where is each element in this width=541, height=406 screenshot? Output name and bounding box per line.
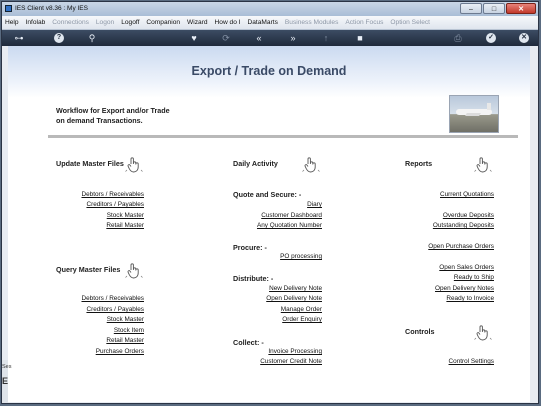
ies-client-window: IES Client v8.36 : My IES – □ ✕ Help Inf…	[1, 1, 539, 404]
page-title: Export / Trade on Demand	[191, 64, 347, 78]
side-panel-strip: Ses E	[2, 360, 12, 403]
section-daily-activity: Daily Activity	[233, 159, 278, 168]
intro-line-1: Workflow for Export and/or Trade	[56, 106, 170, 115]
link-po-processing[interactable]: PO processing	[280, 253, 322, 260]
menu-how-do-i[interactable]: How do I	[215, 16, 241, 29]
stop-icon[interactable]: ■	[354, 32, 366, 44]
link-open-purchase-orders[interactable]: Open Purchase Orders	[428, 243, 494, 250]
app-icon	[5, 5, 12, 12]
link-invoice-processing[interactable]: Invoice Processing	[268, 348, 322, 355]
section-update-master-files: Update Master Files	[56, 159, 124, 168]
menu-option-select[interactable]: Option Select	[390, 16, 430, 29]
key-icon[interactable]: ⊶	[8, 32, 30, 44]
side-strip-letter: E	[2, 376, 9, 386]
forward-icon[interactable]: »	[287, 32, 299, 44]
hand-pointer-icon	[302, 157, 320, 173]
link-customer-credit-note[interactable]: Customer Credit Note	[260, 358, 322, 365]
title-bar: IES Client v8.36 : My IES – □ ✕	[2, 2, 538, 16]
link-stock-master[interactable]: Stock Master	[107, 212, 144, 219]
menu-companion[interactable]: Companion	[146, 16, 180, 29]
hand-pointer-icon	[474, 157, 492, 173]
side-strip-label: Ses	[2, 364, 12, 370]
link-query-retail-master[interactable]: Retail Master	[106, 337, 144, 344]
link-open-delivery-note[interactable]: Open Delivery Note	[266, 295, 322, 302]
menu-bar: Help Infolab Connections Logon Logoff Co…	[2, 16, 538, 30]
menu-wizard[interactable]: Wizard	[187, 16, 208, 29]
link-control-settings[interactable]: Control Settings	[449, 358, 494, 365]
link-query-debtors-receivables[interactable]: Debtors / Receivables	[81, 295, 144, 302]
link-retail-master[interactable]: Retail Master	[106, 222, 144, 229]
maximize-button[interactable]: □	[483, 3, 505, 14]
section-controls: Controls	[405, 327, 435, 336]
link-current-quotations[interactable]: Current Quotations	[440, 191, 494, 198]
group-collect: Collect: -	[233, 338, 264, 347]
hand-pointer-icon	[474, 325, 492, 341]
link-customer-dashboard[interactable]: Customer Dashboard	[261, 212, 322, 219]
link-diary[interactable]: Diary	[307, 201, 322, 208]
link-open-delivery-notes[interactable]: Open Delivery Notes	[435, 285, 494, 292]
group-quote-and-secure: Quote and Secure: -	[233, 190, 302, 199]
print-icon[interactable]: ⎙	[452, 32, 464, 44]
hand-pointer-icon	[125, 157, 143, 173]
link-outstanding-deposits[interactable]: Outstanding Deposits	[433, 222, 494, 229]
link-new-delivery-note[interactable]: New Delivery Note	[269, 285, 322, 292]
refresh-icon[interactable]: ⟳	[220, 32, 232, 44]
menu-logoff[interactable]: Logoff	[121, 16, 139, 29]
link-open-sales-orders[interactable]: Open Sales Orders	[439, 264, 494, 271]
link-query-creditors-payables[interactable]: Creditors / Payables	[86, 306, 144, 313]
menu-logon[interactable]: Logon	[96, 16, 114, 29]
intro-line-2: on demand Transactions.	[56, 116, 143, 125]
search-icon[interactable]: ⚲	[86, 32, 98, 44]
divider	[48, 135, 518, 138]
group-procure: Procure: -	[233, 243, 267, 252]
ok-icon[interactable]: ✓	[486, 33, 496, 43]
help-icon[interactable]: ?	[54, 33, 64, 43]
menu-business-modules[interactable]: Business Modules	[285, 16, 339, 29]
minimize-button[interactable]: –	[460, 3, 482, 14]
intro-text: Workflow for Export and/or Trade on dema…	[56, 106, 170, 126]
section-query-master-files: Query Master Files	[56, 265, 121, 274]
menu-help[interactable]: Help	[5, 16, 19, 29]
menu-infolab[interactable]: Infolab	[26, 16, 46, 29]
link-debtors-receivables[interactable]: Debtors / Receivables	[81, 191, 144, 198]
window-title: IES Client v8.36 : My IES	[15, 5, 88, 12]
link-manage-order[interactable]: Manage Order	[281, 306, 322, 313]
group-distribute: Distribute: -	[233, 274, 274, 283]
link-query-purchase-orders[interactable]: Purchase Orders	[96, 348, 144, 355]
link-creditors-payables[interactable]: Creditors / Payables	[86, 201, 144, 208]
airplane-tail	[487, 103, 491, 110]
link-query-stock-master[interactable]: Stock Master	[107, 316, 144, 323]
link-overdue-deposits[interactable]: Overdue Deposits	[443, 212, 494, 219]
link-query-stock-item[interactable]: Stock Item	[114, 327, 144, 334]
close-icon[interactable]: ✕	[519, 33, 529, 43]
close-window-button[interactable]: ✕	[506, 3, 536, 14]
link-any-quotation-number[interactable]: Any Quotation Number	[257, 222, 322, 229]
airplane-photo	[449, 95, 499, 133]
up-icon[interactable]: ↑	[320, 32, 332, 44]
menu-action-focus[interactable]: Action Focus	[345, 16, 383, 29]
toolbar: ⊶ ? ⚲ ♥ ⟳ « » ↑ ■ ⎙ ✓ ✕	[2, 30, 538, 46]
airplane-wing	[465, 113, 481, 116]
menu-datamarts[interactable]: DataMarts	[248, 16, 278, 29]
link-ready-to-ship[interactable]: Ready to Ship	[454, 274, 494, 281]
workflow-page: Export / Trade on Demand Workflow for Ex…	[8, 46, 530, 402]
section-reports: Reports	[405, 159, 433, 168]
link-ready-to-invoice[interactable]: Ready to Invoice	[446, 295, 494, 302]
favorite-icon[interactable]: ♥	[188, 32, 200, 44]
hand-pointer-icon	[125, 263, 143, 279]
back-icon[interactable]: «	[253, 32, 265, 44]
link-order-enquiry[interactable]: Order Enquiry	[282, 316, 322, 323]
menu-connections[interactable]: Connections	[52, 16, 89, 29]
